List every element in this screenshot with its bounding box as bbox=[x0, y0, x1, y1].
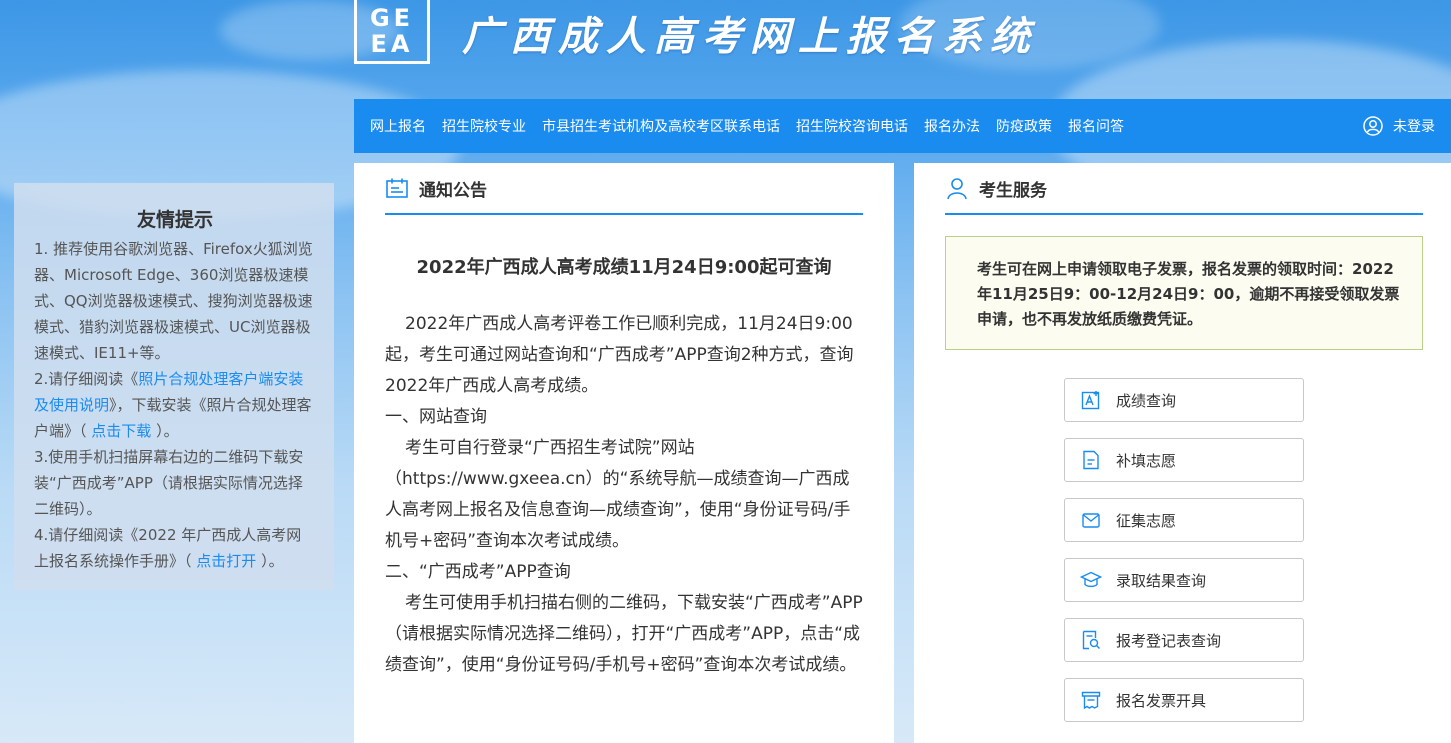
site-logo: GE EA bbox=[354, 0, 430, 64]
tip-text: 2.请仔细阅读《 bbox=[34, 370, 139, 388]
tip-text: ）。 bbox=[151, 422, 179, 440]
nav-item-contact-phones[interactable]: 市县招生考试机构及高校考区联系电话 bbox=[542, 116, 780, 136]
registration-form-query-label: 报考登记表查询 bbox=[1116, 631, 1222, 650]
supplement-volunteer-button[interactable]: 补填志愿 bbox=[1064, 438, 1304, 482]
registration-form-query-button[interactable]: 报考登记表查询 bbox=[1064, 618, 1304, 662]
tip-text: ）。 bbox=[256, 552, 284, 570]
notice-panel: 通知公告 2022年广西成人高考成绩11月24日9:00起可查询 2022年广西… bbox=[354, 163, 894, 743]
user-icon bbox=[1363, 116, 1383, 136]
score-query-label: 成绩查询 bbox=[1116, 391, 1177, 410]
nav-item-college-majors[interactable]: 招生院校专业 bbox=[442, 116, 526, 136]
supplement-volunteer-label: 补填志愿 bbox=[1116, 451, 1177, 470]
notice-paragraph: 考生可自行登录“广西招生考试院”网站（https://www.gxeea.cn）… bbox=[385, 438, 851, 551]
score-query-icon bbox=[1080, 389, 1102, 411]
main-nav: 网上报名 招生院校专业 市县招生考试机构及高校考区联系电话 招生院校咨询电话 报… bbox=[354, 99, 1451, 153]
notice-paragraph: 考生可使用手机扫描右侧的二维码，下载安装“广西成考”APP（请根据实际情况选择二… bbox=[385, 593, 863, 675]
service-panel-header: 考生服务 bbox=[945, 163, 1423, 215]
notice-panel-header: 通知公告 bbox=[385, 163, 863, 215]
notice-paragraph: 2022年广西成人高考评卷工作已顺利完成，11月24日9:00起，考生可通过网站… bbox=[385, 314, 854, 396]
tips-title: 友情提示 bbox=[136, 209, 213, 231]
document-icon bbox=[1080, 449, 1102, 471]
admission-result-label: 录取结果查询 bbox=[1116, 571, 1207, 590]
tip-item: 2.请仔细阅读《照片合规处理客户端安装及使用说明》，下载安装《照片合规处理客户端… bbox=[34, 366, 316, 444]
notice-title: 2022年广西成人高考成绩11月24日9:00起可查询 bbox=[416, 257, 832, 278]
nav-item-college-consult-phones[interactable]: 招生院校咨询电话 bbox=[796, 116, 908, 136]
admission-result-button[interactable]: 录取结果查询 bbox=[1064, 558, 1304, 602]
notice-panel-title: 通知公告 bbox=[419, 180, 487, 201]
notice-heading: 二、“广西成考”APP查询 bbox=[385, 562, 571, 582]
logo-text-bottom: EA bbox=[370, 29, 414, 58]
service-panel: 考生服务 考生可在网上申请领取电子发票，报名发票的领取时间：2022年11月25… bbox=[914, 163, 1451, 743]
graduation-cap-icon bbox=[1080, 569, 1102, 591]
invoice-issue-button[interactable]: 报名发票开具 bbox=[1064, 678, 1304, 722]
collect-volunteer-label: 征集志愿 bbox=[1116, 511, 1177, 530]
tips-panel: 友情提示 1. 推荐使用谷歌浏览器、Firefox火狐浏览器、Microsoft… bbox=[14, 183, 334, 590]
login-status-button[interactable]: 未登录 bbox=[1363, 116, 1435, 136]
logo-text-top: GE bbox=[369, 3, 415, 32]
nav-item-faq[interactable]: 报名问答 bbox=[1068, 116, 1124, 136]
site-title: 广西成人高考网上报名系统 bbox=[462, 13, 1038, 60]
nav-item-epidemic-policy[interactable]: 防疫政策 bbox=[996, 116, 1052, 136]
login-status-label: 未登录 bbox=[1393, 119, 1435, 135]
person-icon bbox=[947, 178, 967, 200]
score-query-button[interactable]: 成绩查询 bbox=[1064, 378, 1304, 422]
service-panel-title: 考生服务 bbox=[979, 180, 1047, 201]
invoice-issue-label: 报名发票开具 bbox=[1116, 691, 1207, 710]
service-buttons: 成绩查询 补填志愿 征集志愿 录取结果查询 报考登记表查询 报名发票开具 bbox=[1064, 378, 1304, 738]
nav-item-online-registration[interactable]: 网上报名 bbox=[370, 116, 426, 136]
form-search-icon bbox=[1080, 629, 1102, 651]
invoice-icon bbox=[1080, 689, 1102, 711]
notice-heading: 一、网站查询 bbox=[385, 407, 487, 427]
download-link[interactable]: 点击下载 bbox=[91, 422, 151, 440]
calendar-icon bbox=[386, 178, 408, 198]
mail-icon bbox=[1080, 509, 1102, 531]
tip-item: 4.请仔细阅读《2022 年广西成人高考网上报名系统操作手册》（ 点击打开 ）。 bbox=[34, 522, 316, 574]
open-manual-link[interactable]: 点击打开 bbox=[196, 552, 256, 570]
tip-item: 1. 推荐使用谷歌浏览器、Firefox火狐浏览器、Microsoft Edge… bbox=[34, 240, 313, 362]
tip-item: 3.使用手机扫描屏幕右边的二维码下载安装“广西成考”APP（请根据实际情况选择二… bbox=[34, 448, 304, 518]
nav-item-registration-method[interactable]: 报名办法 bbox=[924, 116, 980, 136]
notice-body: 2022年广西成人高考评卷工作已顺利完成，11月24日9:00起，考生可通过网站… bbox=[385, 309, 863, 681]
invoice-notice: 考生可在网上申请领取电子发票，报名发票的领取时间：2022年11月25日9：00… bbox=[945, 236, 1423, 350]
collect-volunteer-button[interactable]: 征集志愿 bbox=[1064, 498, 1304, 542]
tips-body: 1. 推荐使用谷歌浏览器、Firefox火狐浏览器、Microsoft Edge… bbox=[34, 236, 316, 574]
